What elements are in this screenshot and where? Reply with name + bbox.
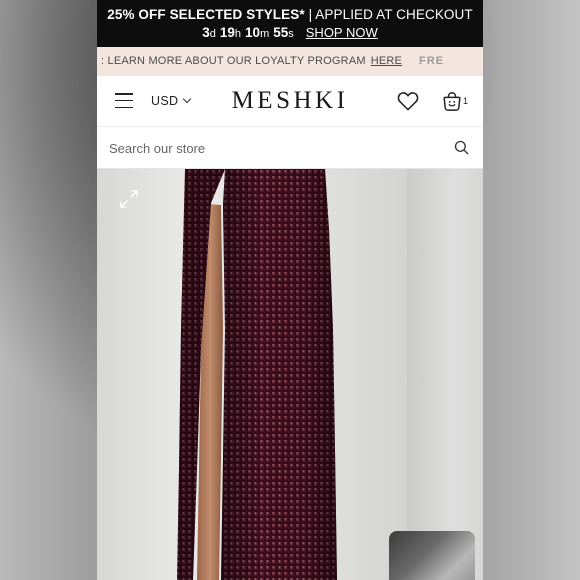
loyalty-ticker: : LEARN MORE ABOUT OUR LOYALTY PROGRAM HE… <box>97 47 483 76</box>
cart-count-badge: 1 <box>463 96 469 106</box>
product-image[interactable] <box>97 169 407 580</box>
header-nav: USD MESHKI 1 <box>97 76 483 127</box>
countdown-hours: 19 <box>219 25 235 40</box>
expand-icon[interactable] <box>119 189 139 209</box>
promo-banner[interactable]: 25% OFF SELECTED STYLES* | APPLIED AT CH… <box>97 0 483 47</box>
search-bar <box>97 127 483 169</box>
countdown-minutes: 10 <box>245 25 261 40</box>
promo-headline: 25% OFF SELECTED STYLES* | APPLIED AT CH… <box>97 7 483 22</box>
search-icon[interactable] <box>454 140 469 155</box>
loyalty-text: : LEARN MORE ABOUT OUR LOYALTY PROGRAM <box>101 55 366 67</box>
countdown-days: 3 <box>202 25 210 40</box>
shopping-bag-icon[interactable] <box>441 90 463 112</box>
phone-screen: 25% OFF SELECTED STYLES* | APPLIED AT CH… <box>97 0 483 580</box>
loyalty-here-link[interactable]: HERE <box>371 55 402 67</box>
countdown-seconds: 55 <box>273 25 289 40</box>
countdown-hours-unit: h <box>234 28 242 40</box>
promo-countdown: 3d 19h 10m 55s SHOP NOW <box>97 25 483 40</box>
countdown-days-unit: d <box>209 28 216 40</box>
product-gallery[interactable] <box>97 169 483 580</box>
loyalty-next-text: FRE <box>419 55 444 67</box>
promo-headline-rest: | APPLIED AT CHECKOUT <box>304 7 473 22</box>
video-thumbnail[interactable] <box>389 531 475 580</box>
countdown-seconds-unit: s <box>288 28 294 40</box>
promo-headline-bold: 25% OFF SELECTED STYLES* <box>107 7 305 22</box>
next-product-image[interactable] <box>407 169 483 580</box>
search-input[interactable] <box>107 136 441 160</box>
loyalty-text-wrap: : LEARN MORE ABOUT OUR LOYALTY PROGRAM HE… <box>101 47 402 76</box>
skirt-illustration <box>177 169 337 580</box>
countdown-minutes-unit: m <box>260 28 270 40</box>
heart-icon[interactable] <box>397 91 419 111</box>
shop-now-link[interactable]: SHOP NOW <box>306 25 378 40</box>
brand-logo[interactable]: MESHKI <box>97 87 483 115</box>
